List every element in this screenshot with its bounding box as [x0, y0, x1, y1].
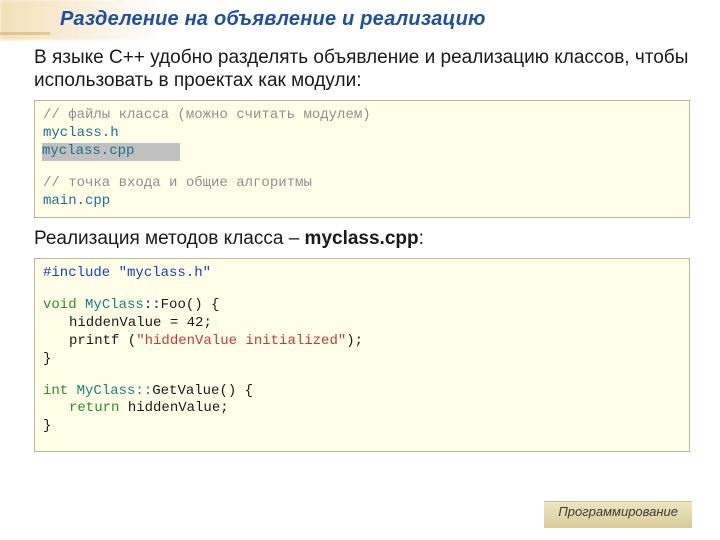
fn-name: Foo() { [161, 297, 220, 313]
scope-op: :: [144, 297, 161, 313]
code-block-impl: #include "myclass.h" void MyClass::Foo()… [34, 258, 690, 452]
blank-line [43, 283, 681, 297]
code-line: int MyClass::GetValue() { [43, 383, 681, 401]
kw-void: void [43, 297, 77, 313]
page-title: Разделение на объявление и реализацию [60, 8, 486, 31]
fn-name: GetValue() { [152, 383, 253, 399]
code-line: #include "myclass.h" [43, 265, 681, 283]
code-text: ); [346, 333, 363, 349]
mid-pre: Реализация методов класса – [34, 228, 305, 249]
code-line: main.cpp [43, 193, 681, 211]
code-line: myclass.h [43, 125, 681, 143]
mid-post: : [419, 228, 424, 249]
code-line-highlighted: myclass.cpp [43, 143, 681, 161]
string-literal: "hiddenValue initialized" [136, 333, 346, 349]
number: 42 [187, 315, 204, 331]
classname: MyClass:: [77, 383, 153, 399]
classname: MyClass [85, 297, 144, 313]
code-block-files: // файлы класса (можно считать модулем) … [34, 100, 690, 218]
blank-line [43, 369, 681, 383]
section-label: Реализация методов класса – myclass.cpp: [34, 228, 424, 250]
code-text: hiddenValue; [119, 400, 228, 416]
code-line: } [43, 418, 681, 436]
code-line: // файлы класса (можно считать модулем) [43, 107, 681, 125]
code-text: myclass.cpp [42, 143, 134, 159]
blank-line [43, 161, 681, 175]
mid-bold: myclass.cpp [305, 228, 419, 249]
code-line: // точка входа и общие алгоритмы [43, 175, 681, 193]
code-line: hiddenValue = 42; [43, 315, 681, 333]
header-ornament [0, 32, 50, 47]
code-line: return hiddenValue; [43, 400, 681, 418]
code-line: void MyClass::Foo() { [43, 297, 681, 315]
kw-return: return [69, 400, 119, 416]
footer-label: Программирование [558, 504, 678, 519]
code-line: } [43, 351, 681, 369]
code-line: printf ("hiddenValue initialized"); [43, 333, 681, 351]
intro-paragraph: В языке С++ удобно разделять объявление … [34, 46, 690, 92]
kw-int: int [43, 383, 68, 399]
code-text: hiddenValue = [69, 315, 187, 331]
fn-call: printf ( [69, 333, 136, 349]
footer-band: Программирование [544, 501, 692, 528]
code-text: ; [203, 315, 211, 331]
